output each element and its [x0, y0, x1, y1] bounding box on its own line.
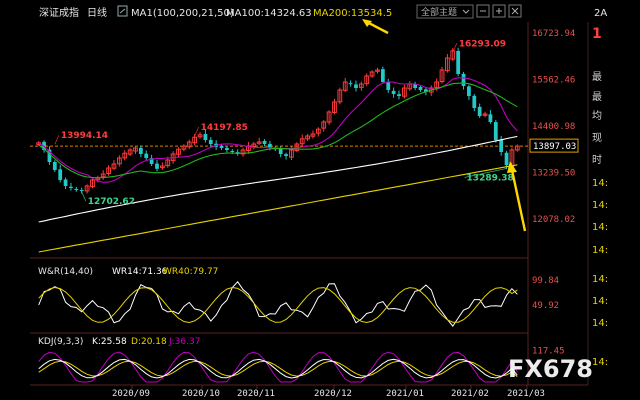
- right-panel-label: 时: [592, 154, 602, 166]
- candle-body-down: [380, 69, 385, 82]
- wr40-value: WR40:79.77: [163, 267, 218, 277]
- date-tick-label: 2021/01: [386, 389, 424, 399]
- annotation-label: 13994.14: [61, 131, 108, 141]
- annotation-label: 13289.38: [467, 173, 514, 183]
- candle-body-down: [397, 94, 401, 96]
- candle-body-down: [74, 188, 79, 190]
- candle-body-down: [219, 145, 224, 148]
- candle-body-down: [144, 153, 149, 158]
- candle-body-down: [52, 161, 57, 170]
- right-panel-label: 14:: [592, 200, 608, 211]
- wr14-value: WR14:71.36: [112, 267, 168, 277]
- candle-body-down: [391, 90, 396, 94]
- candle-body-down: [488, 114, 493, 122]
- candle-body-down: [284, 154, 288, 156]
- date-tick-label: 2020/10: [182, 389, 220, 399]
- price-tick-label: 16723.94: [532, 29, 575, 39]
- price-tick-label: 15562.46: [532, 76, 575, 86]
- period-label[interactable]: 日线: [87, 6, 107, 19]
- wr-tick-label: 49.92: [532, 301, 559, 311]
- wr-legend: W&R(14,40) WR14:71.36 WR40:79.77: [38, 267, 218, 277]
- annotation-label: 14197.85: [201, 123, 248, 133]
- price-tick-label: 12078.02: [532, 215, 575, 225]
- right-panel-label: 均: [592, 110, 602, 122]
- candle-body-down: [138, 147, 143, 154]
- watermark-logo: FX678: [508, 355, 593, 383]
- candle-body-down: [418, 87, 423, 90]
- right-code: 2A: [594, 8, 607, 19]
- candle-body-down: [203, 134, 208, 140]
- right-panel-label: 最: [592, 71, 602, 83]
- candle-body-down: [58, 169, 63, 180]
- candle-body-down: [278, 148, 283, 154]
- d-value: D:20.18: [131, 337, 167, 347]
- candle-body-down: [504, 152, 509, 166]
- current-price-value: 13897.03: [533, 142, 576, 152]
- candle-body-down: [155, 163, 159, 169]
- date-tick-label: 2020/11: [237, 389, 275, 399]
- kdj-title: KDJ(9,3,3): [38, 337, 83, 347]
- k-value: K:25.58: [92, 337, 127, 347]
- index-name: 深证成指: [39, 6, 79, 19]
- candle-body-down: [354, 84, 358, 88]
- candle-body-down: [467, 86, 471, 96]
- j-value: J:36.37: [168, 337, 200, 347]
- candle-body-down: [69, 186, 73, 188]
- current-price-badge: 13897.03: [529, 138, 579, 153]
- date-tick-label: 2021/02: [451, 389, 489, 399]
- date-tick-label: 2020/09: [112, 389, 150, 399]
- candle-body-down: [208, 139, 213, 144]
- date-tick-label: 2021/03: [507, 389, 545, 399]
- ma-params: MA1(100,200,21,50): [131, 8, 234, 19]
- ma200-label: MA200:13534.5: [313, 8, 392, 19]
- wr-title: W&R(14,40): [38, 267, 93, 277]
- theme-dropdown-label: 全部主题: [421, 6, 457, 18]
- candle-body-down: [230, 150, 235, 152]
- candle-body-down: [499, 139, 504, 152]
- date-tick-label: 2020/12: [314, 389, 352, 399]
- price-tick-label: 14400.98: [532, 122, 575, 132]
- candle-body-down: [477, 106, 482, 116]
- right-panel-label: 14:: [592, 222, 608, 233]
- candle-body-down: [225, 147, 229, 150]
- right-panel-label: 14:: [592, 178, 608, 189]
- stock-chart: 深证成指 日线 MA1(100,200,21,50) MA100:14324.6…: [0, 0, 640, 400]
- right-panel-label: 14:: [592, 245, 608, 256]
- candle-body-down: [472, 95, 477, 108]
- kdj-legend: KDJ(9,3,3) K:25.58 D:20.18 J:36.37: [38, 337, 200, 347]
- right-panel-label: 14:: [592, 296, 608, 307]
- price-tick-label: 13239.50: [532, 168, 575, 178]
- candle-body-down: [262, 140, 267, 144]
- right-panel-label: 最: [592, 91, 602, 103]
- candle-body-down: [79, 190, 84, 192]
- candle-body-down: [63, 179, 68, 186]
- right-panel-label: 14:: [592, 318, 608, 329]
- wr-tick-label: 99.84: [532, 276, 559, 286]
- candle-body-down: [493, 122, 498, 140]
- right-panel-label: 14:: [592, 274, 608, 285]
- right-panel-label: 1: [592, 26, 602, 42]
- right-panel-label: 现: [592, 132, 602, 144]
- candle-body-down: [348, 83, 353, 85]
- annotation-label: 12702.62: [88, 197, 135, 207]
- candle-body-down: [386, 82, 391, 90]
- annotation-label: 16293.09: [459, 39, 506, 49]
- right-panel-label: 14:: [592, 357, 608, 368]
- ma100-label: MA100:14324.63: [226, 8, 312, 19]
- candle-body-down: [456, 50, 461, 74]
- candle-body-down: [461, 73, 466, 86]
